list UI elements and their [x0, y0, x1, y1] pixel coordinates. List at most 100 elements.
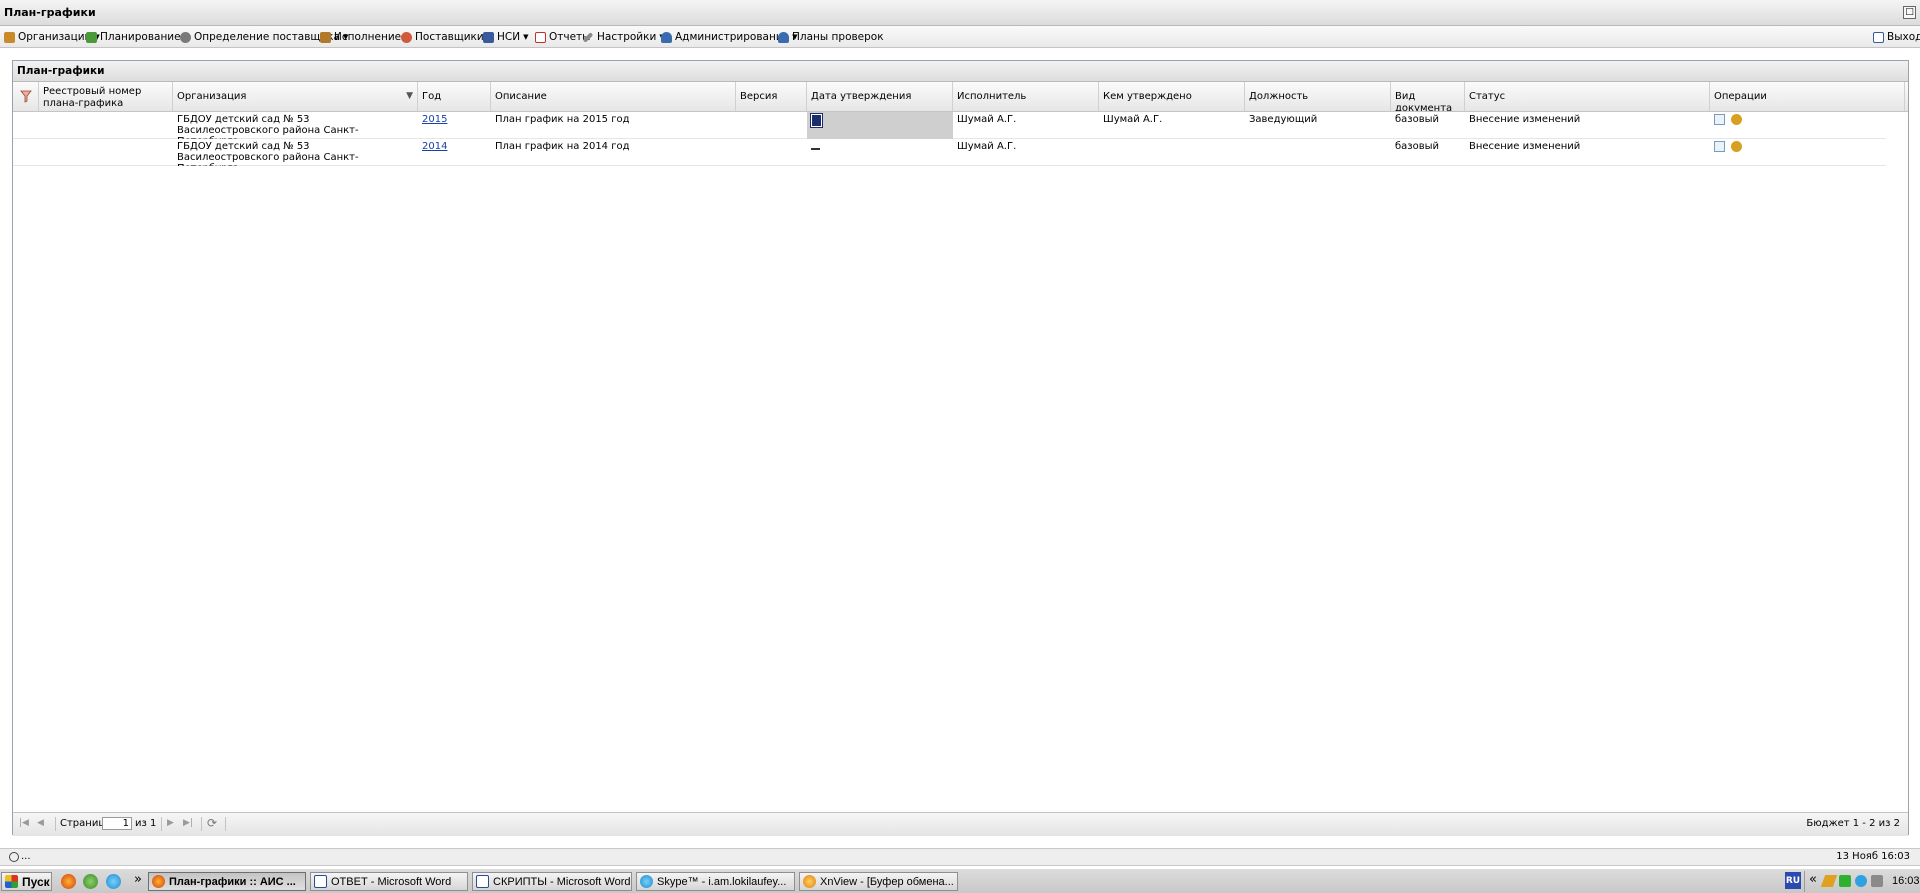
menu-label: Организации	[18, 31, 92, 43]
col-header-reg-number[interactable]: Реестровый номер плана-графика	[39, 82, 173, 111]
menu-reports[interactable]: Отчеты	[535, 29, 590, 45]
page-count: из 1	[135, 818, 157, 829]
suppliers-icon	[401, 31, 412, 43]
task-label: План-графики :: АИС ...	[169, 875, 296, 888]
year-link[interactable]: 2015	[422, 114, 447, 125]
task-word-scripts[interactable]: СКРИПТЫ - Microsoft Word	[472, 872, 632, 891]
tray-expand-chevron[interactable]: «	[1809, 872, 1817, 887]
task-firefox[interactable]: План-графики :: АИС ...	[148, 872, 306, 891]
maximize-icon[interactable]: □	[1903, 6, 1916, 19]
cell-approved-by	[1099, 139, 1245, 166]
exit-button[interactable]: Выход	[1873, 29, 1920, 45]
col-header-executor[interactable]: Исполнитель	[953, 82, 1099, 111]
pager-summary: Бюджет 1 - 2 из 2	[1806, 818, 1900, 829]
cell-organization: ГБДОУ детский сад № 53 Василеостровского…	[177, 141, 359, 166]
emblem-icon[interactable]	[1731, 141, 1743, 152]
cell-reg-number	[39, 139, 173, 166]
menu-execution[interactable]: Исполнение▼	[320, 29, 410, 45]
pager-separator	[55, 817, 56, 831]
filter-clear-icon	[19, 90, 32, 103]
tray-clock[interactable]: 16:03	[1892, 875, 1920, 887]
tray-network-icon[interactable]	[1839, 875, 1851, 887]
col-header-description[interactable]: Описание	[491, 82, 736, 111]
menu-bar: Организации ▼ Планирование▼ Определение п…	[0, 26, 1920, 48]
tray-pen-icon[interactable]	[1820, 875, 1838, 887]
col-header-status[interactable]: Статус	[1465, 82, 1710, 111]
menu-label: Поставщики	[415, 31, 484, 43]
firefox-quicklaunch-icon[interactable]	[61, 874, 76, 889]
cell-operations	[1710, 112, 1886, 139]
filter-icon[interactable]: ▼	[406, 90, 413, 102]
plans-panel: План-графики Реестровый номер плана-граф…	[12, 60, 1909, 836]
admin-icon	[661, 31, 672, 43]
status-icon	[9, 852, 19, 862]
emblem-icon[interactable]	[1731, 114, 1743, 125]
selection-marker	[810, 113, 823, 128]
year-link[interactable]: 2014	[422, 141, 447, 152]
table-row[interactable]: ГБДОУ детский сад № 53 Василеостровского…	[13, 139, 1886, 166]
language-indicator[interactable]: RU	[1785, 872, 1801, 889]
cell-executor: Шумай А.Г.	[957, 114, 1017, 125]
col-header-organization[interactable]: Организация ▼	[173, 82, 418, 111]
planning-icon	[86, 31, 97, 43]
quicklaunch-chevron[interactable]: »	[134, 872, 142, 887]
word-icon	[314, 875, 327, 888]
cell-year: 2014	[418, 139, 491, 166]
org-icon	[4, 31, 15, 43]
col-header-year[interactable]: Год	[418, 82, 491, 111]
next-page-icon[interactable]: ▶	[167, 818, 174, 828]
cell-approval-date[interactable]	[807, 139, 953, 166]
inspection-icon	[778, 31, 789, 43]
col-header-approval-date[interactable]: Дата утверждения	[807, 82, 953, 111]
taskbar: Пуск » План-графики :: АИС ... ОТВЕТ - M…	[0, 868, 1920, 893]
cell-description: План график на 2014 год	[495, 141, 630, 152]
nsi-icon	[483, 31, 494, 43]
cell-doc-type: базовый	[1395, 114, 1440, 125]
col-header-doc-type[interactable]: Вид документа	[1391, 82, 1465, 111]
prev-page-icon[interactable]: ◀	[37, 818, 44, 828]
col-header-version[interactable]: Версия	[736, 82, 807, 111]
col-header-operations[interactable]: Операции	[1710, 82, 1905, 111]
menu-suppliers[interactable]: Поставщики▼	[401, 29, 492, 45]
xnview-icon	[803, 875, 816, 888]
menu-nsi[interactable]: НСИ ▼	[483, 29, 528, 45]
cell-description: План график на 2015 год	[495, 114, 630, 125]
table-row[interactable]: ГБДОУ детский сад № 53 Василеостровского…	[13, 112, 1886, 139]
edit-document-icon[interactable]	[1714, 141, 1725, 152]
pager-separator	[201, 817, 202, 831]
page-number-input[interactable]	[102, 817, 132, 830]
download-quicklaunch-icon[interactable]	[83, 874, 98, 889]
clear-filter-button[interactable]	[13, 82, 39, 111]
supplier-icon	[180, 31, 191, 43]
task-xnview[interactable]: XnView - [Буфер обмена...	[799, 872, 958, 891]
grid-header: Реестровый номер плана-графика Организац…	[13, 82, 1908, 112]
task-word-answer[interactable]: ОТВЕТ - Microsoft Word	[310, 872, 468, 891]
status-text: ...	[21, 851, 31, 862]
refresh-icon[interactable]: ⟳	[207, 816, 217, 830]
start-label: Пуск	[22, 874, 50, 889]
tray-skype-icon[interactable]	[1855, 875, 1867, 887]
menu-inspection-plans[interactable]: Планы проверок	[778, 29, 884, 45]
last-page-icon[interactable]: ▶|	[183, 818, 193, 828]
pager-separator	[225, 817, 226, 831]
cell-version	[736, 139, 807, 166]
col-header-position[interactable]: Должность	[1245, 82, 1391, 111]
firefox-icon	[152, 875, 165, 888]
skype-quicklaunch-icon[interactable]	[106, 874, 121, 889]
menu-settings[interactable]: Настройки▼	[582, 29, 665, 45]
edit-document-icon[interactable]	[1714, 114, 1725, 125]
panel-header: План-графики	[13, 61, 1908, 82]
task-skype[interactable]: Skype™ - i.am.lokilaufey...	[636, 872, 795, 891]
tray-volume-icon[interactable]	[1871, 875, 1883, 887]
menu-planning[interactable]: Планирование▼	[86, 29, 189, 45]
cell-year: 2015	[418, 112, 491, 139]
task-label: Skype™ - i.am.lokilaufey...	[657, 875, 787, 888]
skype-icon	[640, 875, 653, 888]
task-label: XnView - [Буфер обмена...	[820, 875, 954, 888]
start-button[interactable]: Пуск	[1, 872, 52, 891]
word-icon	[476, 875, 489, 888]
cell-approval-date[interactable]	[807, 112, 953, 139]
col-header-approved-by[interactable]: Кем утверждено	[1099, 82, 1245, 111]
cell-reg-number	[39, 112, 173, 139]
first-page-icon[interactable]: |◀	[19, 818, 29, 828]
